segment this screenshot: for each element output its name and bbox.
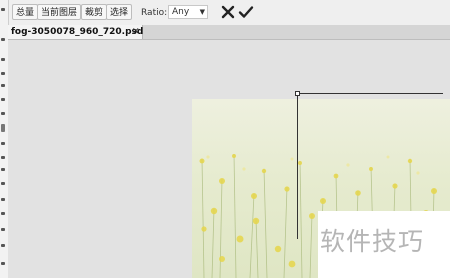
document-tab-bar: fog-3050078_960_720.psd ✕ (8, 25, 450, 40)
crop-handle-top-left[interactable] (295, 91, 300, 96)
watermark-text: 软件技巧 (320, 227, 425, 256)
ratio-value: Any (172, 7, 190, 17)
tool-icon[interactable] (1, 156, 5, 159)
tool-icon[interactable] (1, 8, 5, 11)
tool-icon[interactable] (1, 168, 5, 171)
close-icon[interactable]: ✕ (132, 26, 140, 38)
total-button[interactable]: 总量 (12, 4, 39, 20)
tool-icon[interactable] (1, 72, 5, 75)
tool-icon[interactable] (1, 38, 5, 41)
checkmark-icon[interactable] (238, 4, 254, 20)
tool-icon[interactable] (1, 198, 5, 201)
current-layer-button[interactable]: 当前图层 (37, 4, 82, 20)
tool-icon[interactable] (1, 142, 5, 145)
tool-icon[interactable] (1, 84, 5, 87)
tool-icon[interactable] (1, 244, 5, 247)
crop-button[interactable]: 裁剪 (81, 4, 108, 20)
tool-icon[interactable] (1, 58, 5, 61)
tool-icon[interactable] (1, 182, 5, 185)
options-bar: 总量 当前图层 裁剪 选择 Ratio: Any ▼ (0, 0, 450, 26)
tool-icon[interactable] (1, 262, 5, 265)
select-button[interactable]: 选择 (106, 4, 133, 20)
document-tab[interactable]: fog-3050078_960_720.psd ✕ (8, 25, 143, 39)
x-icon[interactable] (220, 4, 236, 20)
crop-tool-icon[interactable] (1, 124, 5, 132)
ratio-label: Ratio: (141, 8, 168, 18)
tool-icon[interactable] (1, 98, 5, 101)
tool-icon[interactable] (1, 212, 5, 215)
chevron-down-icon: ▼ (199, 8, 205, 16)
tool-icon[interactable] (1, 112, 5, 115)
tool-icon[interactable] (1, 228, 5, 231)
ratio-select[interactable]: Any ▼ (168, 5, 208, 19)
document-tab-label: fog-3050078_960_720.psd (11, 27, 144, 37)
